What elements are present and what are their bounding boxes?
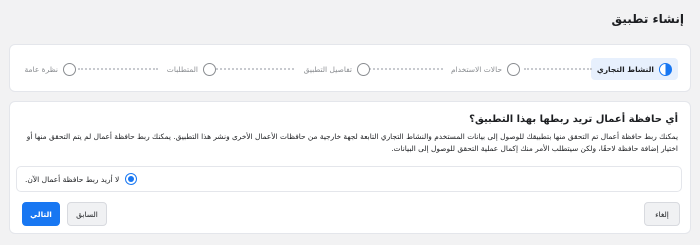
page-title: إنشاء تطبيق	[611, 12, 684, 26]
step-requirements[interactable]: المتطلبات	[167, 58, 216, 80]
empty-circle-icon	[63, 62, 76, 76]
empty-circle-icon	[203, 62, 216, 76]
step-label: النشاط التجاري	[596, 64, 654, 74]
step-label: نظرة عامة	[24, 64, 59, 74]
portfolio-question: أي حافظة أعمال تريد ربطها بهذا التطبيق؟	[469, 114, 678, 125]
radio-selected-icon[interactable]	[125, 173, 138, 185]
step-connector	[369, 68, 443, 70]
empty-circle-icon	[357, 62, 370, 76]
business-portfolio-card: أي حافظة أعمال تريد ربطها بهذا التطبيق؟ …	[9, 101, 691, 234]
portfolio-description: يمكنك ربط حافظة أعمال تم التحقق منها بتط…	[26, 132, 678, 153]
step-label: حالات الاستخدام	[450, 64, 502, 74]
step-use-cases[interactable]: حالات الاستخدام	[451, 58, 520, 80]
previous-button[interactable]: السابق	[67, 202, 107, 226]
step-connector	[216, 68, 294, 70]
option-label: لا أريد ربط حافظة أعمال الآن.	[25, 174, 120, 184]
step-overview[interactable]: نظرة عامة	[24, 58, 76, 80]
step-app-details[interactable]: تفاصيل التطبيق	[304, 58, 370, 80]
progress-stepper: النشاط التجاري حالات الاستخدام تفاصيل ال…	[9, 44, 691, 92]
half-filled-circle-icon	[659, 62, 672, 76]
step-business[interactable]: النشاط التجاري	[590, 58, 678, 80]
step-label: تفاصيل التطبيق	[303, 64, 352, 74]
no-portfolio-option[interactable]: لا أريد ربط حافظة أعمال الآن.	[16, 166, 682, 192]
empty-circle-icon	[507, 62, 520, 76]
cancel-button[interactable]: إلغاء	[644, 202, 680, 226]
step-label: المتطلبات	[166, 64, 198, 74]
step-connector	[524, 68, 592, 70]
step-connector	[78, 68, 158, 70]
next-button[interactable]: التالي	[22, 202, 60, 226]
